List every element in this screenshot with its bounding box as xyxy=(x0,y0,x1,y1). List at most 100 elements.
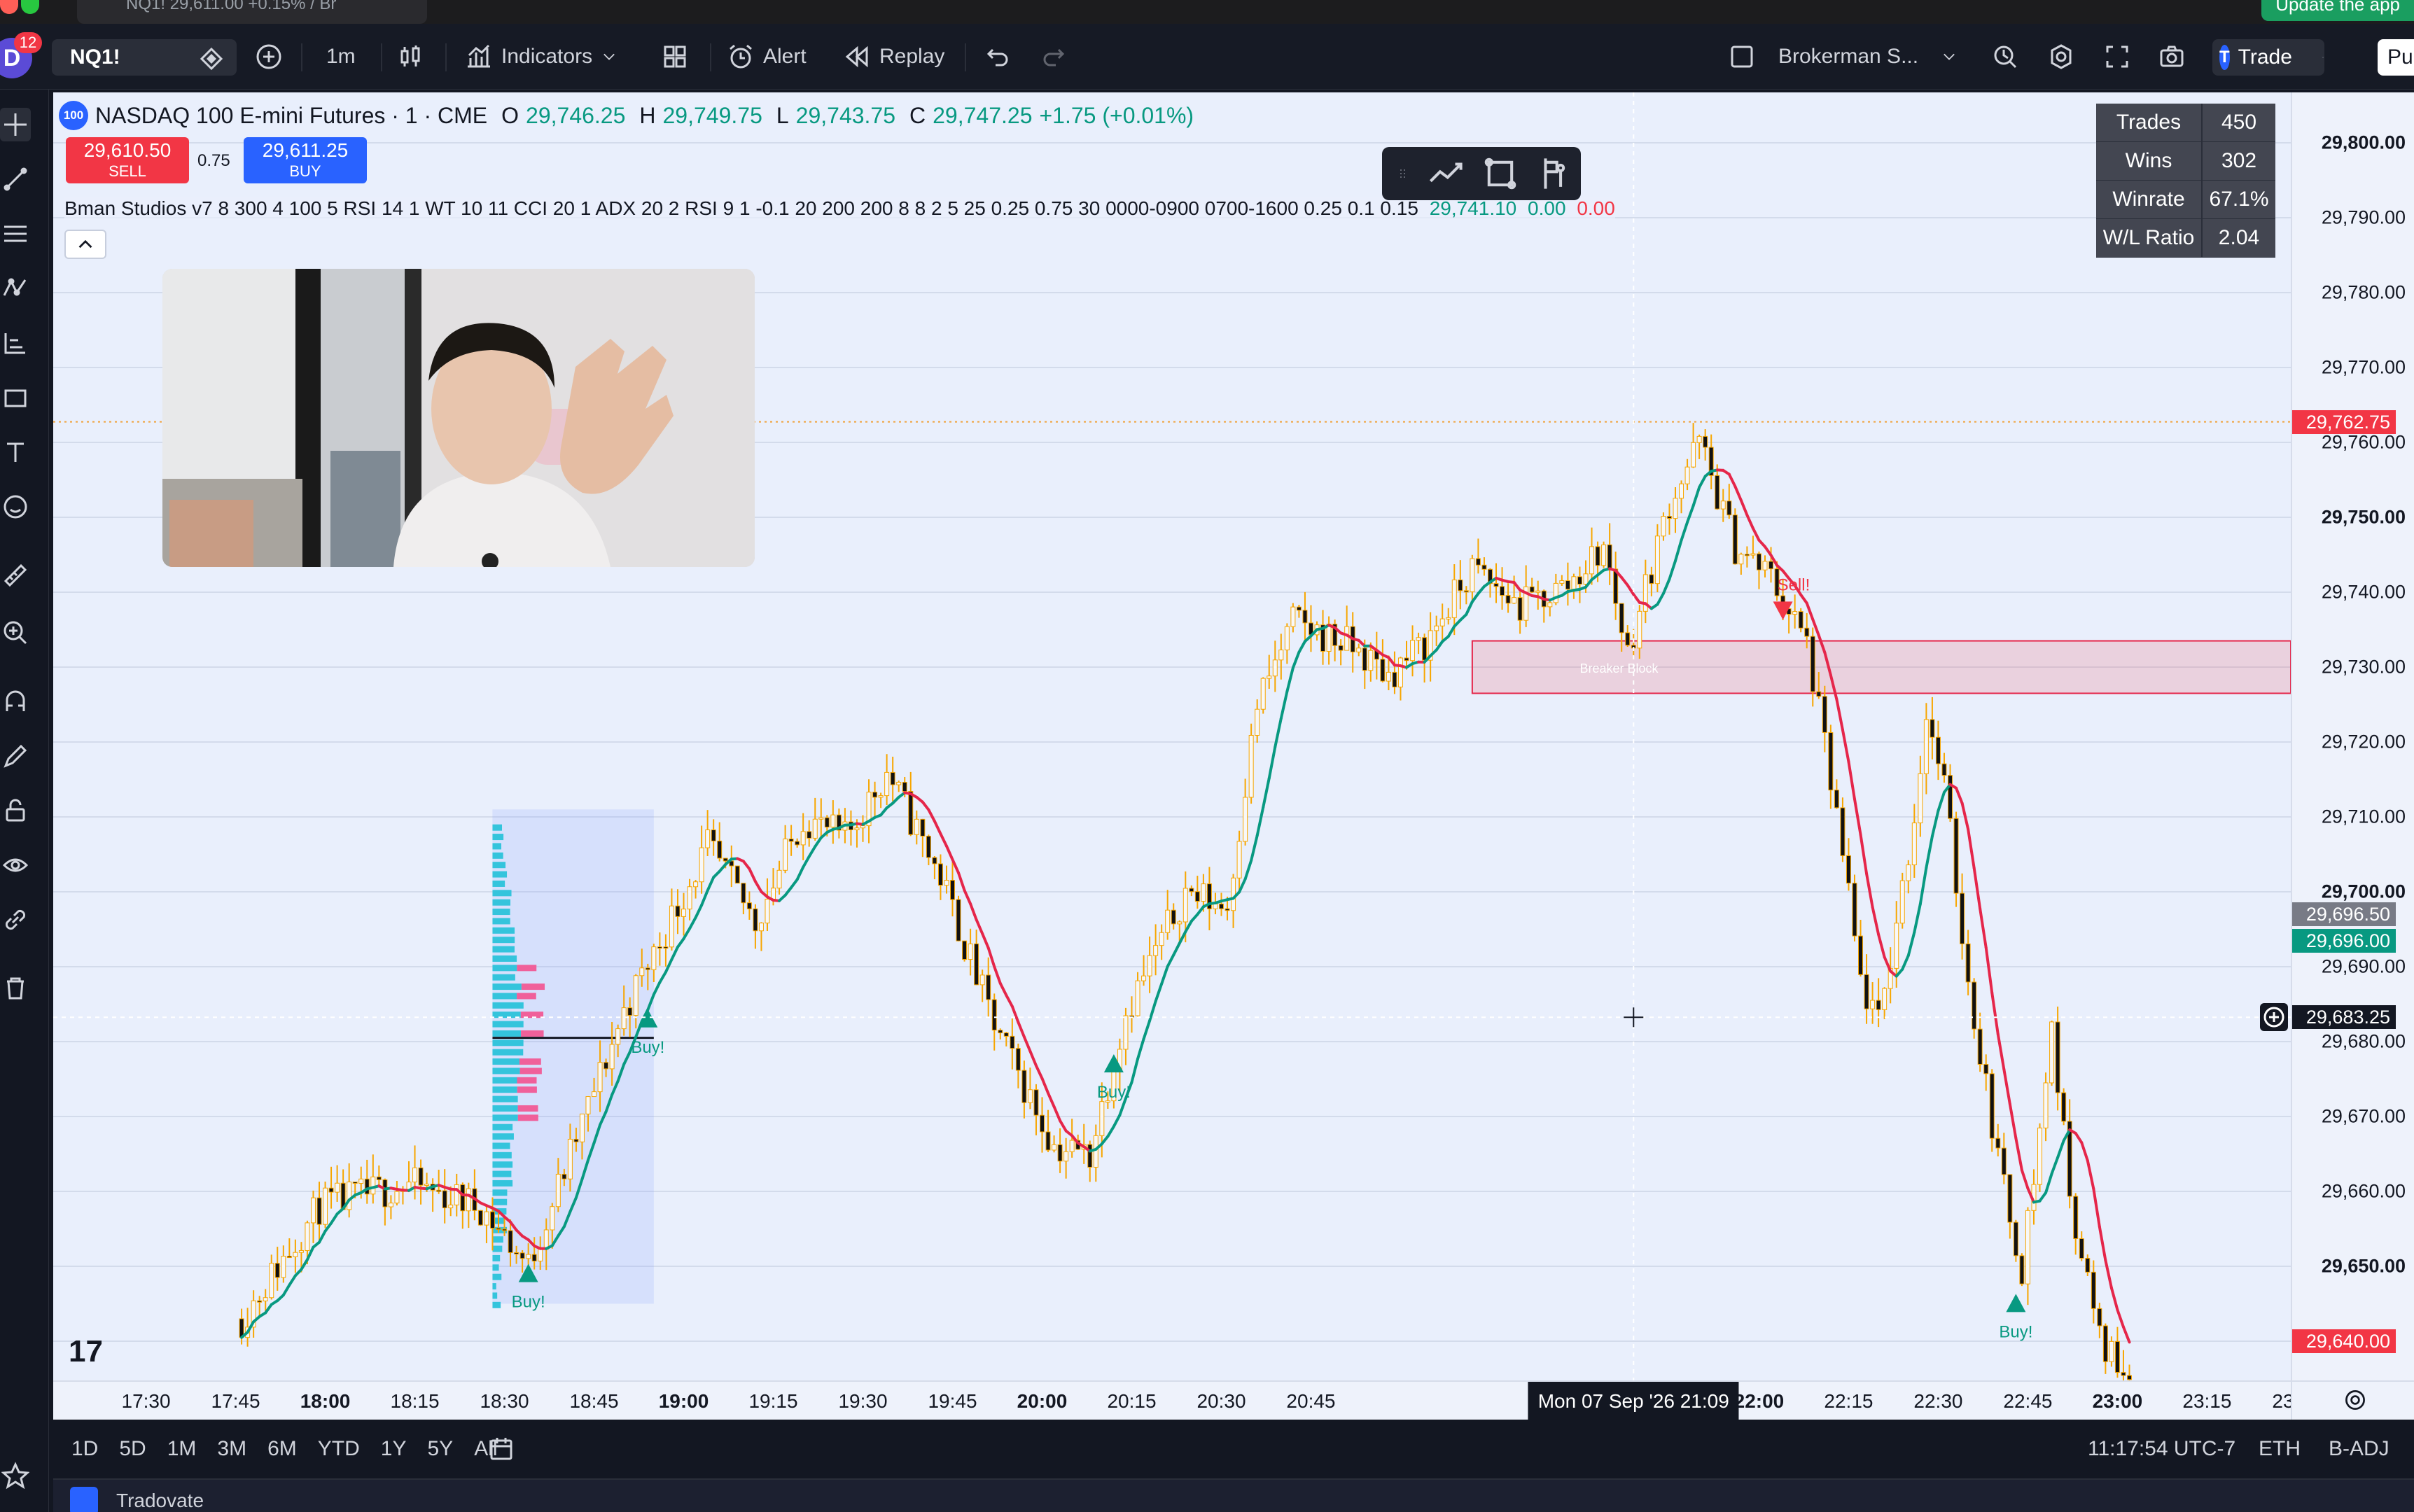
candle[interactable] xyxy=(788,825,794,856)
candle[interactable] xyxy=(1977,1012,1983,1072)
candle[interactable] xyxy=(2019,1253,2025,1287)
candle[interactable] xyxy=(1888,947,1893,1004)
fib-tool[interactable] xyxy=(0,217,31,251)
candle[interactable] xyxy=(1057,1128,1063,1173)
candle[interactable] xyxy=(394,1181,400,1206)
candle[interactable] xyxy=(1493,563,1499,603)
candle[interactable] xyxy=(1642,559,1648,624)
candle[interactable] xyxy=(1267,654,1272,689)
zoom-tool[interactable] xyxy=(0,616,31,650)
candle[interactable] xyxy=(1422,634,1428,682)
candle[interactable] xyxy=(454,1173,459,1217)
candle[interactable] xyxy=(430,1178,435,1212)
candle[interactable] xyxy=(1147,936,1152,993)
publish-button[interactable]: Pub xyxy=(2378,39,2414,76)
candle[interactable] xyxy=(1983,1054,1989,1091)
candle[interactable] xyxy=(776,860,782,895)
candle[interactable] xyxy=(890,756,895,802)
long-position-icon[interactable] xyxy=(1536,155,1574,192)
candle[interactable] xyxy=(2007,1174,2013,1239)
candle[interactable] xyxy=(1696,434,1702,459)
candle[interactable] xyxy=(2097,1302,2102,1338)
drag-handle-icon[interactable] xyxy=(1396,155,1410,192)
link-tool[interactable] xyxy=(0,903,31,937)
candle[interactable] xyxy=(1428,612,1433,682)
candle[interactable] xyxy=(1015,1043,1021,1088)
candle[interactable] xyxy=(281,1245,286,1283)
candle[interactable] xyxy=(1302,592,1308,640)
update-app-button[interactable]: Update the app xyxy=(2261,0,2414,21)
candle[interactable] xyxy=(937,854,943,900)
sell-button[interactable]: 29,610.50 SELL xyxy=(66,137,189,183)
ruler-tool[interactable] xyxy=(0,559,31,592)
candle[interactable] xyxy=(347,1163,352,1218)
candle[interactable] xyxy=(1123,1007,1129,1065)
compare-symbol-button[interactable] xyxy=(255,24,283,90)
go-to-date-button[interactable] xyxy=(487,1420,515,1478)
candle[interactable] xyxy=(1171,903,1176,930)
chart-tab[interactable]: NQ1! 29,611.00 +0.15% / Br xyxy=(77,0,427,24)
candle[interactable] xyxy=(1679,480,1684,514)
candle[interactable] xyxy=(460,1182,466,1229)
candle[interactable] xyxy=(1320,610,1326,665)
candle[interactable] xyxy=(286,1238,292,1259)
candle[interactable] xyxy=(753,904,758,949)
candle[interactable] xyxy=(2049,1020,2055,1086)
candle[interactable] xyxy=(2127,1364,2133,1380)
candle[interactable] xyxy=(1577,566,1582,603)
candle[interactable] xyxy=(1941,752,1947,783)
candle[interactable] xyxy=(962,940,968,962)
candle[interactable] xyxy=(1033,1084,1039,1135)
candle[interactable] xyxy=(974,929,979,986)
candle[interactable] xyxy=(800,813,806,860)
symbol-search-button[interactable]: NQ1! xyxy=(52,39,237,76)
candle[interactable] xyxy=(1397,657,1403,701)
candle[interactable] xyxy=(1965,930,1971,996)
range-button-3m[interactable]: 3M xyxy=(217,1437,246,1461)
candle[interactable] xyxy=(370,1154,376,1204)
candle[interactable] xyxy=(1039,1097,1045,1153)
candle[interactable] xyxy=(2073,1193,2079,1255)
candle[interactable] xyxy=(1703,429,1708,461)
candle[interactable] xyxy=(2013,1219,2018,1262)
candle[interactable] xyxy=(944,865,949,894)
axis-settings-corner[interactable] xyxy=(2291,1380,2414,1420)
candle[interactable] xyxy=(687,878,692,920)
candle[interactable] xyxy=(956,895,961,941)
candle[interactable] xyxy=(1470,554,1475,603)
candle[interactable] xyxy=(1338,639,1344,666)
candle[interactable] xyxy=(1948,764,1953,822)
layouts-button[interactable] xyxy=(661,24,689,90)
candle[interactable] xyxy=(269,1254,274,1300)
candle[interactable] xyxy=(932,855,937,880)
candle[interactable] xyxy=(1732,508,1738,565)
candle[interactable] xyxy=(1392,651,1397,694)
candle[interactable] xyxy=(1798,608,1803,633)
candle[interactable] xyxy=(406,1161,412,1193)
candle[interactable] xyxy=(1159,924,1164,960)
candle[interactable] xyxy=(878,792,884,808)
candle[interactable] xyxy=(1380,639,1386,682)
trend-line-tool[interactable] xyxy=(0,162,31,196)
candle[interactable] xyxy=(1972,978,1977,1039)
candle[interactable] xyxy=(1750,536,1756,559)
candle[interactable] xyxy=(872,781,878,819)
candle[interactable] xyxy=(1350,612,1355,673)
candle[interactable] xyxy=(1081,1124,1087,1164)
candle[interactable] xyxy=(2114,1326,2120,1378)
candle[interactable] xyxy=(1260,677,1266,714)
candle[interactable] xyxy=(1852,874,1857,941)
candle[interactable] xyxy=(807,820,812,847)
candle[interactable] xyxy=(274,1247,280,1291)
candle[interactable] xyxy=(466,1182,471,1228)
candle[interactable] xyxy=(1666,503,1672,535)
range-button-ytd[interactable]: YTD xyxy=(318,1437,360,1461)
candle[interactable] xyxy=(699,825,704,894)
candle[interactable] xyxy=(1218,892,1224,916)
candle[interactable] xyxy=(340,1169,346,1210)
candle[interactable] xyxy=(1278,634,1284,680)
crosshair-tool[interactable] xyxy=(0,108,31,141)
candle[interactable] xyxy=(1236,830,1242,891)
candle[interactable] xyxy=(477,1210,483,1226)
time-axis[interactable]: 17:30 17:45 18:00 18:15 18:30 18:45 19:00 19:15… xyxy=(53,1380,2321,1421)
